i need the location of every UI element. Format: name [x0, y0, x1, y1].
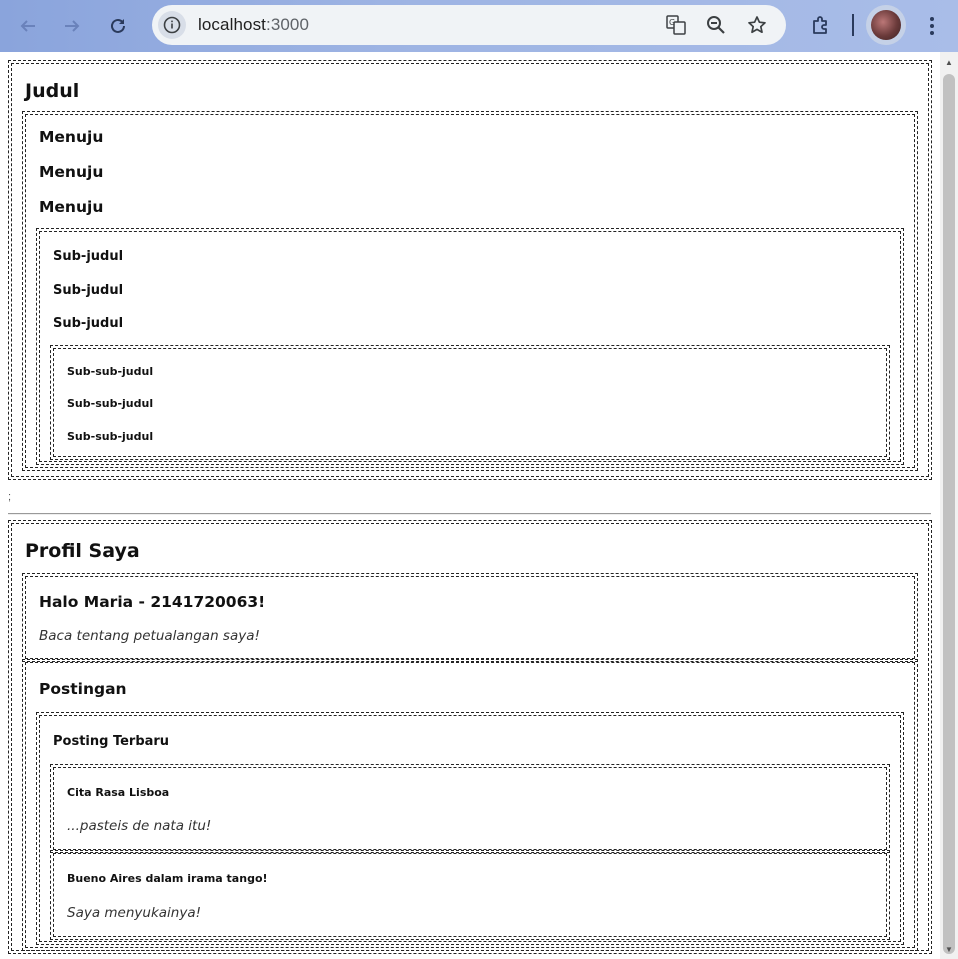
profile-title: Profil Saya — [25, 540, 140, 562]
url-text: localhost:3000 — [198, 15, 310, 34]
forward-icon[interactable] — [56, 10, 88, 42]
level3-box: Sub-judul Sub-judul Sub-judul Sub-sub-ju… — [36, 228, 904, 465]
post-excerpt: Saya menyukainya! — [67, 904, 202, 921]
svg-text:G: G — [669, 18, 675, 27]
back-icon[interactable] — [12, 10, 44, 42]
address-bar[interactable]: localhost:3000 G — [152, 5, 786, 45]
post-card: Cita Rasa Lisboa ...pasteis de nata itu! — [50, 763, 890, 853]
greeting-box: Halo Maria - 2141720063! Baca tentang pe… — [22, 573, 918, 662]
page-viewport: Judul Menuju Menuju Menuju Sub-judul Sub… — [0, 52, 940, 959]
tagline: Baca tentang petualangan saya! — [39, 628, 260, 644]
heading-subjudul-2: Sub-judul — [53, 282, 124, 298]
scroll-thumb[interactable] — [943, 74, 955, 954]
profile-box: Profil Saya Halo Maria - 2141720063! Bac… — [8, 520, 932, 954]
extensions-icon[interactable] — [805, 10, 837, 42]
avatar — [871, 10, 901, 40]
more-menu-icon[interactable] — [916, 10, 948, 42]
heading-menuju-3: Menuju — [39, 198, 104, 216]
toolbar-divider — [852, 14, 854, 36]
page-title: Judul — [25, 80, 80, 102]
posts-box: Postingan Posting Terbaru Cita Rasa Lisb… — [22, 659, 918, 951]
heading-subsubjudul-3: Sub-sub-judul — [67, 429, 154, 443]
heading-subsubjudul-2: Sub-sub-judul — [67, 397, 154, 410]
level2-box: Menuju Menuju Menuju Sub-judul Sub-judul… — [22, 111, 918, 471]
scroll-down-icon[interactable]: ▼ — [944, 945, 954, 955]
stray-text: ; — [8, 491, 12, 503]
posts-heading: Postingan — [39, 680, 127, 698]
heading-subjudul-3: Sub-judul — [53, 316, 124, 331]
reload-icon[interactable] — [102, 10, 134, 42]
post-title: Bueno Aires dalam irama tango! — [67, 872, 268, 885]
post-title: Cita Rasa Lisboa — [67, 785, 170, 799]
heading-subsubjudul-1: Sub-sub-judul — [67, 364, 154, 378]
heading-subjudul-1: Sub-judul — [53, 249, 124, 264]
horizontal-rule — [8, 513, 931, 515]
profile-avatar-button[interactable] — [866, 5, 906, 45]
level4-box: Sub-sub-judul Sub-sub-judul Sub-sub-judu… — [50, 344, 890, 460]
heading-menuju-1: Menuju — [39, 128, 104, 146]
bookmark-star-icon[interactable] — [745, 13, 769, 37]
heading-menuju-2: Menuju — [39, 163, 104, 181]
translate-icon[interactable]: G — [664, 13, 688, 37]
greeting-heading: Halo Maria - 2141720063! — [39, 593, 266, 611]
site-info-icon[interactable] — [158, 11, 186, 39]
browser-toolbar: localhost:3000 G — [0, 0, 958, 52]
post-card: Bueno Aires dalam irama tango! Saya meny… — [50, 850, 890, 940]
zoom-out-icon[interactable] — [704, 13, 728, 37]
scroll-up-icon[interactable]: ▲ — [944, 58, 954, 68]
latest-posts-box: Posting Terbaru Cita Rasa Lisboa ...past… — [36, 712, 904, 945]
post-excerpt: ...pasteis de nata itu! — [67, 818, 212, 834]
vertical-scrollbar[interactable]: ▲ ▼ — [940, 52, 958, 959]
heading-demo-box: Judul Menuju Menuju Menuju Sub-judul Sub… — [8, 60, 932, 480]
latest-posts-heading: Posting Terbaru — [53, 734, 170, 749]
